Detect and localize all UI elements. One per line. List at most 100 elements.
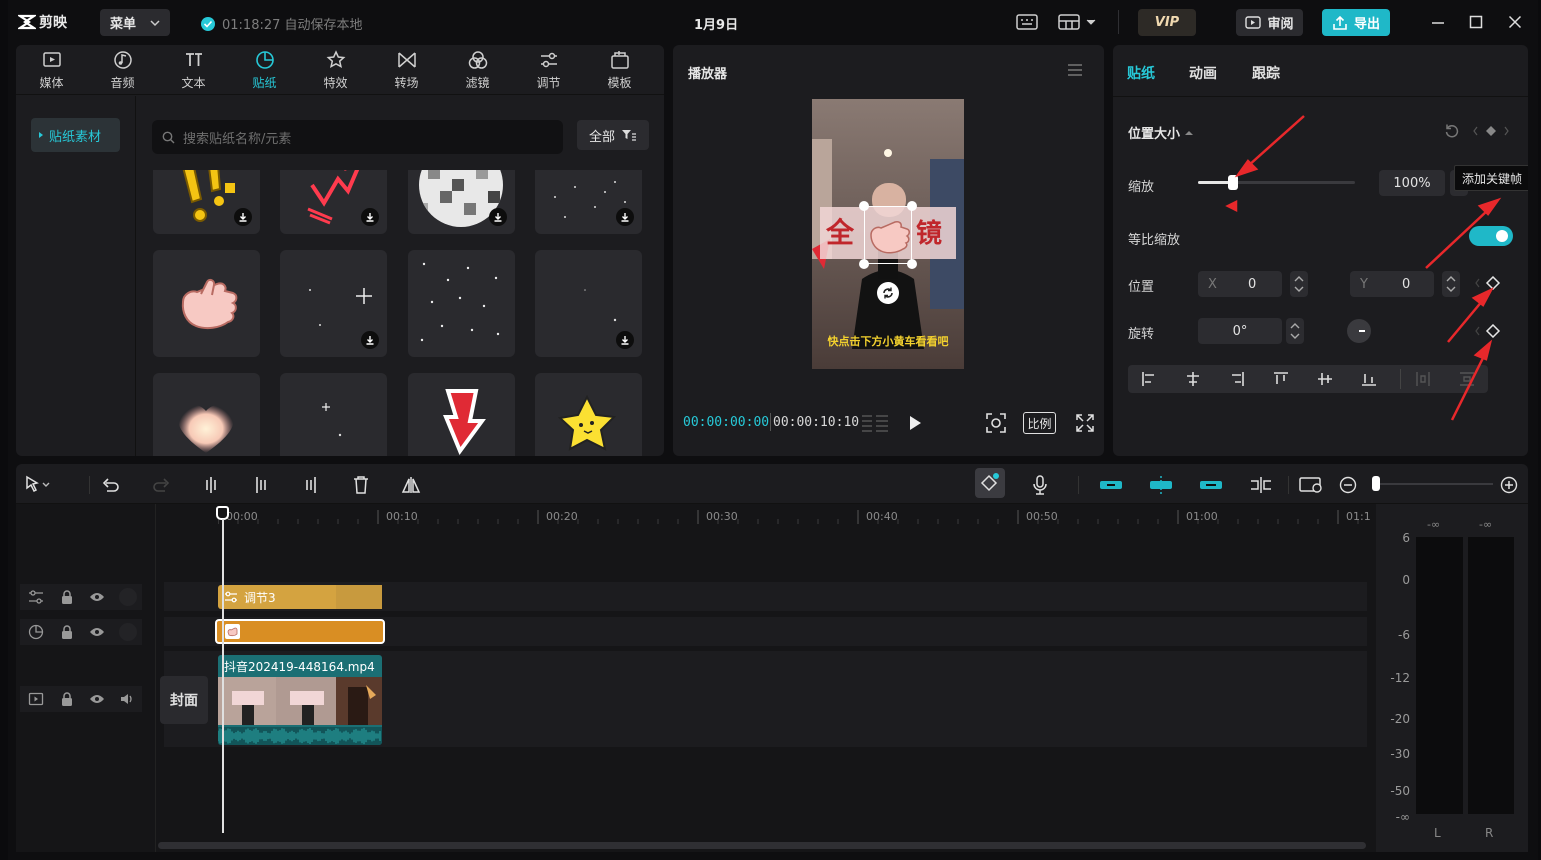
uniform-scale-toggle[interactable] [1469,226,1513,246]
rotation-dial[interactable] [1347,319,1371,343]
sticker-yellow-exclaim[interactable] [153,170,260,234]
sticker-twinkle[interactable] [280,373,387,456]
review-button[interactable]: 审阅 [1236,9,1303,36]
video-preview[interactable]: 全 镜 快点击下方小黄车看看吧 [812,99,964,369]
mirror-button[interactable] [396,470,426,500]
tab-transition[interactable]: 转场 [371,45,442,95]
shortcut-keyboard-icon[interactable] [1016,13,1038,31]
sticker-selection-box[interactable] [859,201,917,269]
align-left-icon[interactable] [1141,371,1157,387]
sticker-red-arrow[interactable] [280,170,387,234]
undo-button[interactable] [96,470,126,500]
frame-list-button[interactable] [861,413,889,433]
align-center-v-icon[interactable] [1317,371,1333,387]
rotate-handle[interactable] [877,282,899,304]
zoom-slider-thumb[interactable] [1372,476,1380,491]
eye-icon[interactable] [89,626,105,638]
distribute-h-icon[interactable] [1415,371,1431,387]
export-button[interactable]: 导出 [1322,9,1390,36]
scale-input[interactable]: 100% [1379,170,1445,196]
sticker-clip[interactable] [215,619,385,644]
rotation-stepper[interactable] [1286,318,1304,344]
tab-text[interactable]: 文本 [158,45,229,95]
linkage-button[interactable] [1196,470,1226,500]
position-x-input[interactable]: X 0 [1198,271,1282,297]
preview-axis-button[interactable] [1246,470,1276,500]
tab-media[interactable]: 媒体 [16,45,87,95]
timeline-scrollbar[interactable] [158,842,1366,849]
download-button[interactable] [616,331,634,349]
rotation-input[interactable]: 0° [1198,318,1282,344]
section-position-size[interactable]: 位置大小 [1128,123,1194,142]
tab-sticker[interactable]: 贴纸 [1127,63,1155,83]
tab-adjust[interactable]: 调节 [513,45,584,95]
sticker-yellow-star[interactable] [535,373,642,456]
layout-switch-button[interactable] [1058,13,1096,31]
sticker-starfield[interactable] [408,250,515,357]
sticker-thumbs-up[interactable] [153,250,260,357]
delete-button[interactable] [346,470,376,500]
download-button[interactable] [234,208,252,226]
aspect-ratio-button[interactable]: 比例 [1023,412,1056,434]
align-bottom-icon[interactable] [1361,371,1377,387]
fullscreen-button[interactable] [1076,414,1094,432]
player-menu-button[interactable] [1067,63,1083,77]
resize-handle[interactable] [859,259,869,269]
menu-button[interactable]: 菜单 [100,9,170,36]
main-track-magnet-button[interactable] [1096,470,1126,500]
scale-slider[interactable] [1198,175,1355,190]
sticker-glow-heart[interactable] [153,373,260,456]
tab-effects[interactable]: 特效 [300,45,371,95]
resize-handle[interactable] [907,201,917,211]
close-button[interactable] [1507,14,1523,30]
position-x-stepper[interactable] [1290,271,1308,297]
tab-tracking[interactable]: 跟踪 [1252,63,1280,83]
resize-handle[interactable] [859,201,869,211]
eye-icon[interactable] [89,591,105,603]
download-button[interactable] [616,208,634,226]
download-button[interactable] [361,208,379,226]
reset-button[interactable] [1444,123,1460,139]
position-y-stepper[interactable] [1442,271,1460,297]
record-voice-button[interactable] [1025,470,1055,500]
sticker-faint-dots[interactable] [535,250,642,357]
adjust-clip[interactable]: 调节3 [218,585,382,609]
download-button[interactable] [361,331,379,349]
vip-button[interactable]: VIP [1138,9,1196,36]
scale-slider-thumb[interactable] [1227,175,1238,190]
video-clip[interactable]: 抖音202419-448164.mp4 [218,655,382,745]
sticker-sparkle-dots[interactable] [535,170,642,234]
align-right-icon[interactable] [1229,371,1245,387]
resize-handle[interactable] [907,259,917,269]
tab-template[interactable]: 模板 [584,45,655,95]
split-button[interactable] [196,470,226,500]
sticker-down-arrow[interactable] [408,373,515,456]
align-center-h-icon[interactable] [1185,371,1201,387]
thumbnail-toggle-button[interactable] [1296,470,1326,500]
cover-button[interactable]: 封面 [160,676,208,724]
lock-icon[interactable] [60,624,74,640]
position-y-input[interactable]: Y 0 [1350,271,1434,297]
download-button[interactable] [489,208,507,226]
rotation-keyframe-button[interactable] [1475,324,1511,338]
position-keyframe-button[interactable] [1475,276,1511,290]
sticker-search-input[interactable]: 搜索贴纸名称/元素 [152,120,563,154]
split-left-button[interactable] [246,470,276,500]
lock-icon[interactable] [60,691,74,707]
split-right-button[interactable] [296,470,326,500]
playhead-handle[interactable] [216,506,229,520]
zoom-slider[interactable] [1372,476,1493,491]
section-keyframe-button[interactable] [1473,125,1509,137]
sticker-mosaic-ball[interactable] [408,170,515,234]
zoom-in-button[interactable] [1494,470,1524,500]
filter-button[interactable]: 全部 [577,120,649,150]
distribute-v-icon[interactable] [1459,371,1475,387]
align-top-icon[interactable] [1273,371,1289,387]
eye-icon[interactable] [89,693,105,705]
minimize-button[interactable] [1430,14,1446,30]
play-button[interactable] [907,414,923,432]
tab-audio[interactable]: 音频 [87,45,158,95]
tab-animation[interactable]: 动画 [1189,63,1217,83]
maximize-button[interactable] [1468,14,1484,30]
sticker-star-sparkle[interactable] [280,250,387,357]
